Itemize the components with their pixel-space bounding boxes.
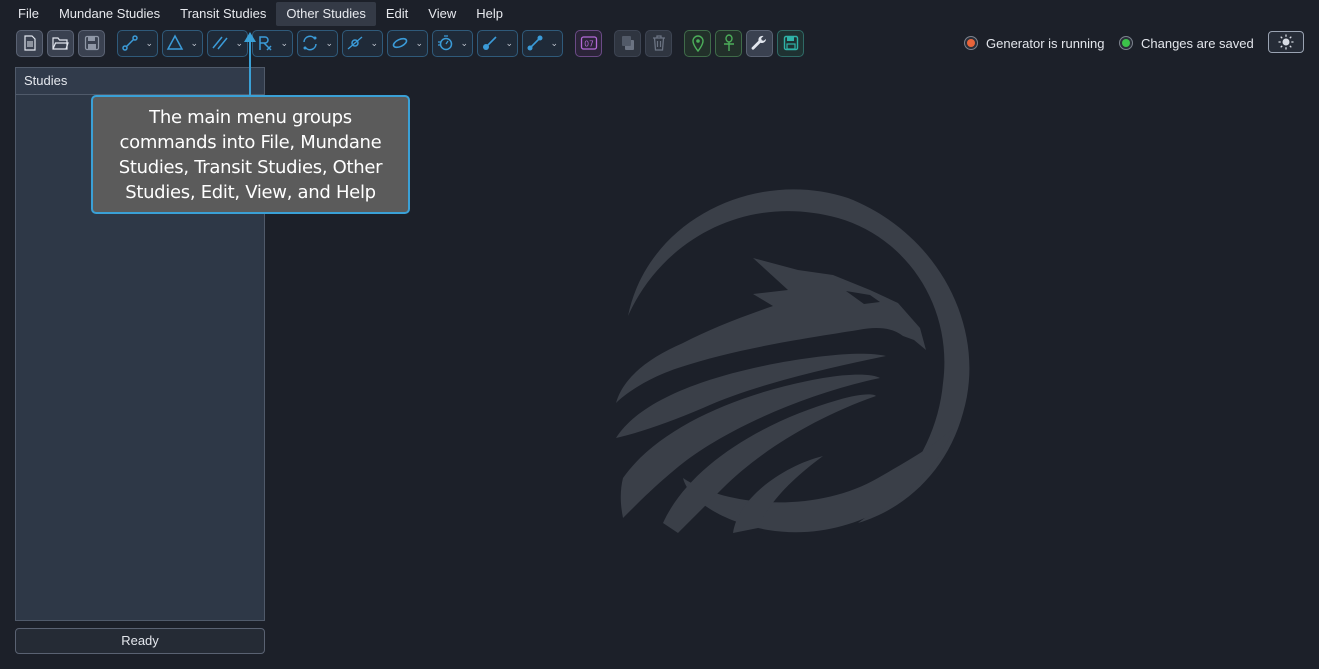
eagle-logo-icon (616, 189, 970, 533)
triangle-icon (166, 34, 184, 50)
parallel-lines-icon (212, 36, 228, 50)
rx-study-dropdown[interactable]: ⌄ (252, 29, 293, 57)
connection-study-dropdown[interactable]: ⌄ (117, 29, 158, 57)
chevron-down-icon: ⌄ (460, 37, 468, 48)
ring-icon (392, 37, 408, 49)
callout-pointer-line (249, 40, 251, 96)
status-bar: Ready (15, 628, 265, 654)
generator-status-dot (967, 39, 975, 47)
menu-help[interactable]: Help (466, 2, 513, 26)
rx-icon (259, 36, 272, 51)
main-menu-bar: File Mundane Studies Transit Studies Oth… (8, 2, 513, 26)
timer-study-dropdown[interactable]: ⌄ (432, 29, 473, 57)
trash-icon (652, 35, 665, 51)
save-icon (84, 35, 99, 51)
map-pin-icon (691, 35, 704, 52)
app-window: File Mundane Studies Transit Studies Oth… (0, 0, 1319, 669)
chevron-down-icon: ⌄ (280, 37, 288, 48)
open-file-button[interactable] (47, 29, 74, 57)
ankh-button[interactable] (715, 29, 742, 57)
calendar-button[interactable]: 07 (575, 29, 602, 57)
cycle-icon (303, 35, 317, 51)
chevron-down-icon: ⌄ (235, 37, 243, 48)
saved-status: Changes are saved (1119, 32, 1254, 54)
theme-toggle-button[interactable] (1268, 31, 1304, 53)
link-study-dropdown[interactable]: ⌄ (522, 29, 563, 57)
chevron-down-icon: ⌄ (190, 37, 198, 48)
chevron-down-icon: ⌄ (550, 37, 558, 48)
orbit-study-dropdown[interactable]: ⌄ (342, 29, 383, 57)
chevron-down-icon: ⌄ (415, 37, 423, 48)
timer-icon (438, 35, 453, 51)
new-file-button[interactable] (16, 29, 43, 57)
new-document-icon (23, 35, 36, 51)
ring-study-dropdown[interactable]: ⌄ (387, 29, 428, 57)
wrench-icon (751, 35, 766, 50)
generator-status-label: Generator is running (986, 35, 1105, 51)
saved-status-label: Changes are saved (1141, 35, 1254, 51)
sun-icon (1278, 34, 1294, 50)
triangle-study-dropdown[interactable]: ⌄ (162, 29, 203, 57)
chevron-down-icon: ⌄ (145, 37, 153, 48)
generator-status: Generator is running (964, 32, 1105, 54)
chevron-down-icon: ⌄ (370, 37, 378, 48)
location-button[interactable] (684, 29, 711, 57)
generator-status-indicator (964, 36, 978, 50)
calendar-icon: 07 (580, 36, 597, 50)
save-icon (783, 35, 798, 51)
open-folder-icon (52, 36, 69, 50)
delete-button[interactable] (645, 29, 672, 57)
copy-button[interactable] (614, 29, 641, 57)
save-file-button[interactable] (78, 29, 105, 57)
saved-status-indicator (1119, 36, 1133, 50)
ankh-icon (723, 34, 734, 51)
save-all-button[interactable] (777, 29, 804, 57)
pen-icon (483, 36, 497, 50)
main-toolbar: ⌄ ⌄ ⌄ ⌄ ⌄ ⌄ ⌄ ⌄ ⌄ ⌄ 07 (16, 29, 808, 57)
chevron-down-icon: ⌄ (325, 37, 333, 48)
parallel-study-dropdown[interactable]: ⌄ (207, 29, 248, 57)
studies-header: Studies (16, 68, 264, 95)
orbit-icon (347, 36, 363, 50)
link-icon (527, 35, 543, 51)
menu-view[interactable]: View (418, 2, 466, 26)
menu-transit-studies[interactable]: Transit Studies (170, 2, 276, 26)
menu-mundane-studies[interactable]: Mundane Studies (49, 2, 170, 26)
copy-icon (621, 36, 634, 50)
menu-edit[interactable]: Edit (376, 2, 418, 26)
calendar-day: 07 (584, 40, 594, 49)
chevron-down-icon: ⌄ (505, 37, 513, 48)
menu-other-studies[interactable]: Other Studies (276, 2, 376, 26)
pen-study-dropdown[interactable]: ⌄ (477, 29, 518, 57)
cycle-study-dropdown[interactable]: ⌄ (297, 29, 338, 57)
settings-button[interactable] (746, 29, 773, 57)
connection-icon (122, 35, 138, 51)
callout-arrow-icon (244, 32, 256, 42)
saved-status-dot (1122, 39, 1130, 47)
menu-file[interactable]: File (8, 2, 49, 26)
menu-tooltip-callout: The main menu groups commands into File,… (91, 95, 410, 214)
